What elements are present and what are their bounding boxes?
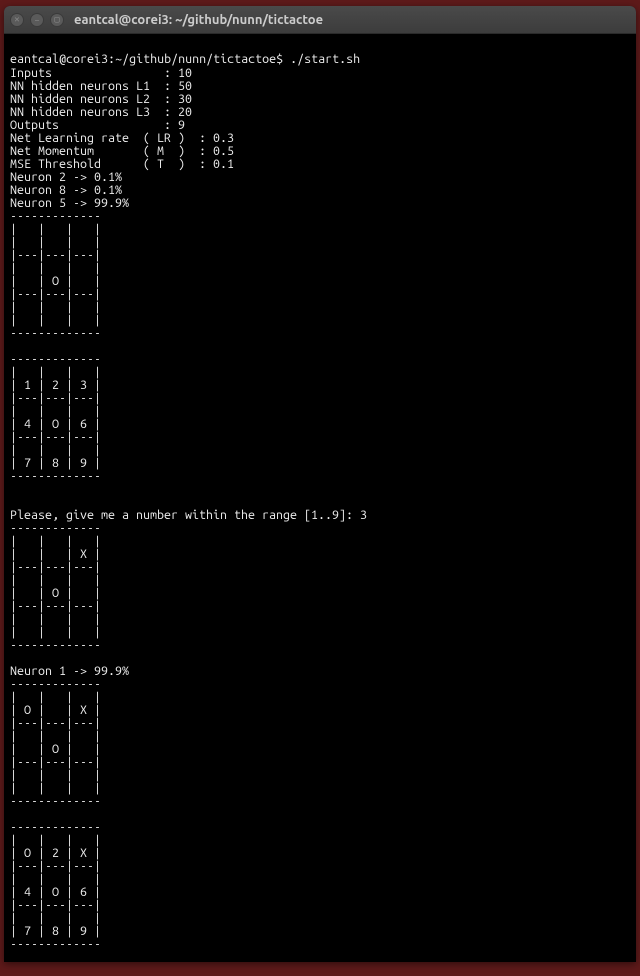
board-line: | | | |: [10, 690, 101, 704]
param-l2-label: NN hidden neurons L2: [10, 92, 150, 106]
board-line: | | | |: [10, 612, 101, 626]
window-title: eantcal@corei3: ~/github/nunn/tictactoe: [74, 13, 323, 27]
user-input: 3: [360, 508, 367, 522]
param-mse-value: 0.1: [213, 157, 234, 171]
prompt-host: corei3: [66, 52, 108, 66]
command: ./start.sh: [290, 52, 360, 66]
param-l1-label: NN hidden neurons L1: [10, 79, 150, 93]
board-line: | 7 | 8 | 9 |: [10, 924, 101, 938]
titlebar[interactable]: ✕ − ▢ eantcal@corei3: ~/github/nunn/tict…: [4, 6, 636, 34]
neuron-output: Neuron 2 -> 0.1%: [10, 170, 122, 184]
param-outputs-label: Outputs: [10, 118, 59, 132]
minimize-icon[interactable]: −: [30, 13, 44, 27]
param-outputs-value: 9: [178, 118, 185, 132]
board-line: |---|---|---|: [10, 859, 101, 873]
board-line: | | | |: [10, 300, 101, 314]
board-line: | | | |: [10, 729, 101, 743]
param-momentum-value: 0.5: [213, 144, 234, 158]
board-line: | | O | |: [10, 742, 101, 756]
board-line: | | O | |: [10, 586, 101, 600]
neuron-output: Neuron 8 -> 0.1%: [10, 183, 122, 197]
param-l2-value: 30: [178, 92, 192, 106]
window-controls: ✕ − ▢: [10, 13, 64, 27]
board-line: |---|---|---|: [10, 391, 101, 405]
param-inputs-value: 10: [178, 66, 192, 80]
board-line: |---|---|---|: [10, 755, 101, 769]
board-line: | | | |: [10, 872, 101, 886]
input-prompt: Please, give me a number within the rang…: [10, 508, 360, 522]
board-line: -------------: [10, 352, 101, 366]
param-l1-value: 50: [178, 79, 192, 93]
board-line: | | | |: [10, 768, 101, 782]
board-line: |---|---|---|: [10, 430, 101, 444]
board-line: | | | |: [10, 222, 101, 236]
board-line: -------------: [10, 326, 101, 340]
board-line: -------------: [10, 794, 101, 808]
board-line: | | | |: [10, 235, 101, 249]
board-line: | | O | |: [10, 274, 101, 288]
close-icon[interactable]: ✕: [10, 13, 24, 27]
board-line: |---|---|---|: [10, 287, 101, 301]
param-inputs-label: Inputs: [10, 66, 52, 80]
board-line: | | | |: [10, 833, 101, 847]
board-line: |---|---|---|: [10, 248, 101, 262]
board-line: |---|---|---|: [10, 599, 101, 613]
board-line: | | | |: [10, 573, 101, 587]
board-line: -------------: [10, 638, 101, 652]
board-line: | 1 | 2 | 3 |: [10, 378, 101, 392]
board-line: | O | | X |: [10, 703, 101, 717]
neuron-output: Neuron 5 -> 99.9%: [10, 196, 129, 210]
board-line: -------------: [10, 469, 101, 483]
board-line: |---|---|---|: [10, 716, 101, 730]
board-line: | | | |: [10, 625, 101, 639]
board-line: | | | |: [10, 911, 101, 925]
maximize-icon[interactable]: ▢: [50, 13, 64, 27]
board-line: | | | |: [10, 404, 101, 418]
terminal-window: ✕ − ▢ eantcal@corei3: ~/github/nunn/tict…: [4, 6, 636, 962]
board-line: | | | |: [10, 781, 101, 795]
board-line: -------------: [10, 820, 101, 834]
board-line: -------------: [10, 937, 101, 951]
board-line: | | | |: [10, 534, 101, 548]
param-lr-value: 0.3: [213, 131, 234, 145]
board-line: | | | |: [10, 443, 101, 457]
board-line: | 4 | O | 6 |: [10, 417, 101, 431]
board-line: |---|---|---|: [10, 898, 101, 912]
prompt-user: eantcal: [10, 52, 59, 66]
board-line: | 7 | 8 | 9 |: [10, 456, 101, 470]
param-mse-label: MSE Threshold ( T ): [10, 157, 185, 171]
board-line: | 4 | O | 6 |: [10, 885, 101, 899]
board-line: |---|---|---|: [10, 560, 101, 574]
board-line: | | | |: [10, 365, 101, 379]
board-line: | | | |: [10, 313, 101, 327]
board-line: | O | 2 | X |: [10, 846, 101, 860]
param-l3-label: NN hidden neurons L3: [10, 105, 150, 119]
board-line: | | | |: [10, 261, 101, 275]
neuron-output: Neuron 1 -> 99.9%: [10, 664, 129, 678]
prompt-path: ~/github/nunn/tictactoe: [115, 52, 276, 66]
terminal-content[interactable]: eantcal@corei3:~/github/nunn/tictactoe$ …: [4, 34, 636, 962]
board-line: -------------: [10, 209, 101, 223]
param-momentum-label: Net Momentum ( M ): [10, 144, 185, 158]
board-line: -------------: [10, 677, 101, 691]
param-lr-label: Net Learning rate ( LR ): [10, 131, 185, 145]
param-l3-value: 20: [178, 105, 192, 119]
board-line: | | | X |: [10, 547, 101, 561]
board-line: -------------: [10, 521, 101, 535]
